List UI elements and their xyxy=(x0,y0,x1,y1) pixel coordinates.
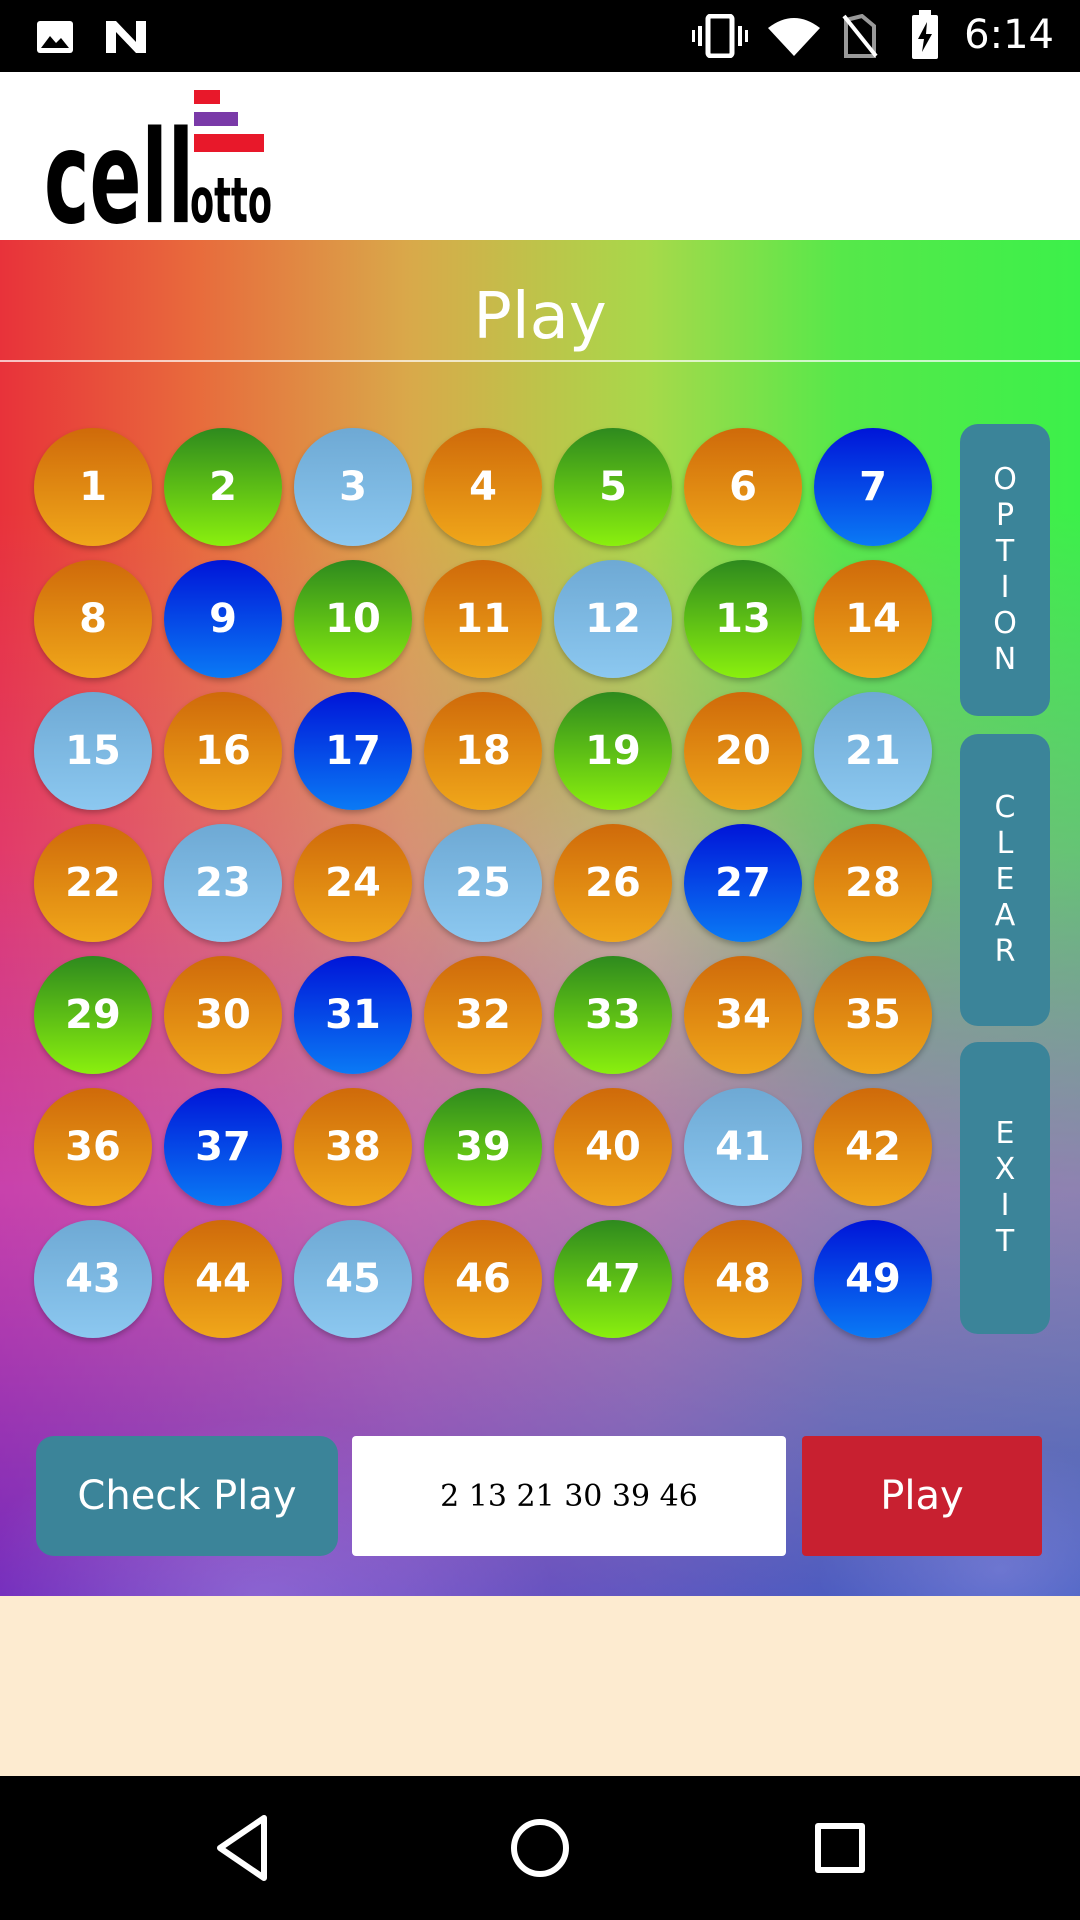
status-bar: 6:14 xyxy=(0,0,1080,72)
number-ball[interactable]: 33 xyxy=(554,956,672,1074)
number-ball[interactable]: 49 xyxy=(814,1220,932,1338)
number-ball[interactable]: 25 xyxy=(424,824,542,942)
number-ball[interactable]: 35 xyxy=(814,956,932,1074)
number-ball[interactable]: 12 xyxy=(554,560,672,678)
number-ball[interactable]: 29 xyxy=(34,956,152,1074)
number-ball[interactable]: 18 xyxy=(424,692,542,810)
number-ball[interactable]: 10 xyxy=(294,560,412,678)
screen-title: Play xyxy=(473,280,607,354)
number-ball[interactable]: 23 xyxy=(164,824,282,942)
back-icon[interactable] xyxy=(212,1812,272,1884)
number-ball[interactable]: 26 xyxy=(554,824,672,942)
number-ball[interactable]: 31 xyxy=(294,956,412,1074)
number-ball[interactable]: 13 xyxy=(684,560,802,678)
number-ball[interactable]: 40 xyxy=(554,1088,672,1206)
number-ball[interactable]: 42 xyxy=(814,1088,932,1206)
image-icon xyxy=(37,21,73,53)
ad-area xyxy=(0,1596,1080,1776)
battery-charging-icon xyxy=(912,10,938,59)
number-ball[interactable]: 1 xyxy=(34,428,152,546)
option-button[interactable]: OPTION xyxy=(960,424,1050,716)
svg-text:otto: otto xyxy=(190,164,272,232)
navigation-bar xyxy=(0,1776,1080,1920)
number-grid: 1 2 3 4 5 6 7 8 9 10 11 12 13 14 15 16 17 18 19 20 21 22 23 24 2… xyxy=(34,428,944,1338)
number-ball[interactable]: 3 xyxy=(294,428,412,546)
selected-numbers-field[interactable]: 2 13 21 30 39 46 xyxy=(352,1436,786,1556)
number-ball[interactable]: 4 xyxy=(424,428,542,546)
recents-icon[interactable] xyxy=(812,1812,868,1884)
number-ball[interactable]: 9 xyxy=(164,560,282,678)
title-divider xyxy=(0,360,1080,362)
number-ball[interactable]: 28 xyxy=(814,824,932,942)
number-ball[interactable]: 44 xyxy=(164,1220,282,1338)
play-button[interactable]: Play xyxy=(802,1436,1042,1556)
cellotto-logo: cell otto xyxy=(44,90,272,232)
number-ball[interactable]: 48 xyxy=(684,1220,802,1338)
number-ball[interactable]: 45 xyxy=(294,1220,412,1338)
number-ball[interactable]: 34 xyxy=(684,956,802,1074)
number-ball[interactable]: 20 xyxy=(684,692,802,810)
number-ball[interactable]: 5 xyxy=(554,428,672,546)
n-notification-icon xyxy=(106,21,146,53)
wifi-icon xyxy=(768,18,820,56)
clock: 6:14 xyxy=(964,12,1054,58)
number-ball[interactable]: 2 xyxy=(164,428,282,546)
number-ball[interactable]: 32 xyxy=(424,956,542,1074)
number-ball[interactable]: 43 xyxy=(34,1220,152,1338)
number-ball[interactable]: 47 xyxy=(554,1220,672,1338)
number-ball[interactable]: 8 xyxy=(34,560,152,678)
number-ball[interactable]: 37 xyxy=(164,1088,282,1206)
check-play-button[interactable]: Check Play xyxy=(36,1436,338,1556)
number-ball[interactable]: 7 xyxy=(814,428,932,546)
number-ball[interactable]: 21 xyxy=(814,692,932,810)
number-ball[interactable]: 24 xyxy=(294,824,412,942)
home-icon[interactable] xyxy=(508,1812,572,1884)
svg-text:cell: cell xyxy=(44,104,194,232)
number-ball[interactable]: 16 xyxy=(164,692,282,810)
play-area: Play 1 2 3 4 5 6 7 8 9 10 11 12 13 14 15 16 17 18 19 20 21 22… xyxy=(0,240,1080,1596)
number-ball[interactable]: 15 xyxy=(34,692,152,810)
number-ball[interactable]: 14 xyxy=(814,560,932,678)
number-ball[interactable]: 39 xyxy=(424,1088,542,1206)
number-ball[interactable]: 17 xyxy=(294,692,412,810)
number-ball[interactable]: 38 xyxy=(294,1088,412,1206)
number-ball[interactable]: 19 xyxy=(554,692,672,810)
number-ball[interactable]: 11 xyxy=(424,560,542,678)
number-ball[interactable]: 30 xyxy=(164,956,282,1074)
number-ball[interactable]: 6 xyxy=(684,428,802,546)
no-sim-icon xyxy=(842,14,878,58)
app-header: cell otto xyxy=(0,72,1080,240)
number-ball[interactable]: 36 xyxy=(34,1088,152,1206)
number-ball[interactable]: 41 xyxy=(684,1088,802,1206)
number-ball[interactable]: 46 xyxy=(424,1220,542,1338)
vibrate-icon xyxy=(692,14,748,58)
number-ball[interactable]: 22 xyxy=(34,824,152,942)
number-ball[interactable]: 27 xyxy=(684,824,802,942)
clear-button[interactable]: CLEAR xyxy=(960,734,1050,1026)
exit-button[interactable]: EXIT xyxy=(960,1042,1050,1334)
